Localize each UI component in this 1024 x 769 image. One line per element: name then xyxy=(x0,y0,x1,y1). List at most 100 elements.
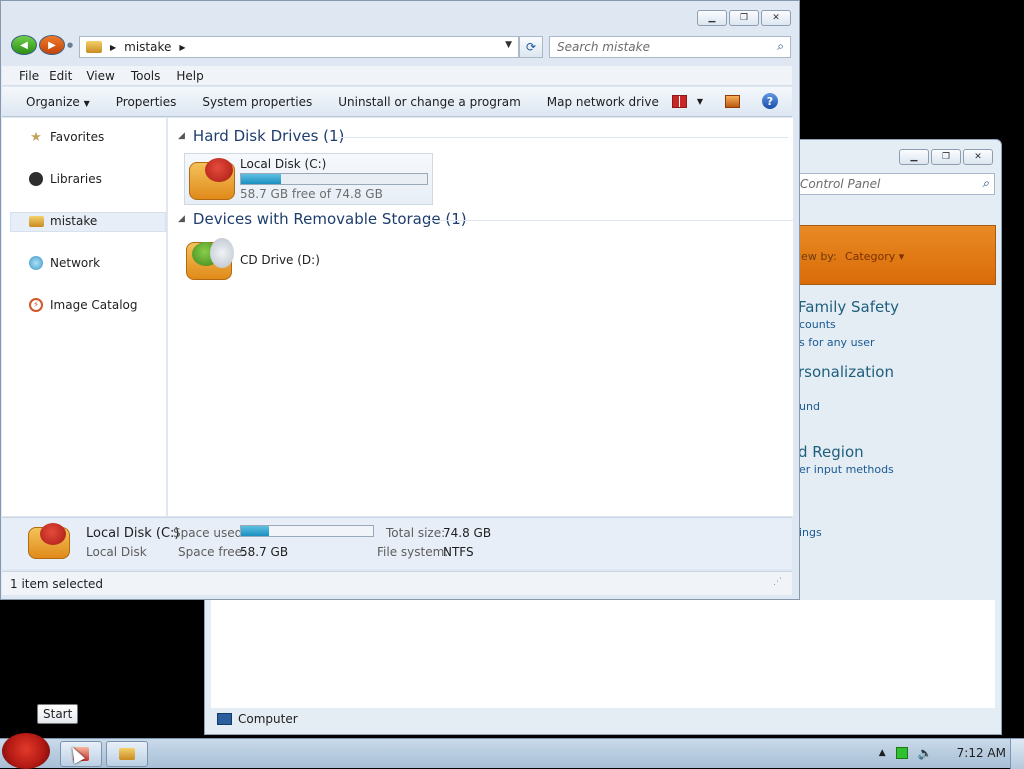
group-header-hard-disks[interactable]: ◢ Hard Disk Drives (1) xyxy=(178,127,788,145)
maximize-button[interactable]: ❐ xyxy=(931,149,961,165)
properties-button[interactable]: Properties xyxy=(103,95,190,109)
local-disk-item[interactable]: Local Disk (C:) 58.7 GB free of 74.8 GB xyxy=(184,153,433,205)
sidebar-item-label: Image Catalog xyxy=(50,298,138,312)
total-size-label: Total size: xyxy=(386,526,446,540)
menu-help[interactable]: Help xyxy=(176,69,211,83)
minimize-button[interactable]: ▁ xyxy=(899,149,929,165)
window-caption-buttons: ▁ ❐ ✕ xyxy=(697,10,791,26)
computer-icon xyxy=(28,213,44,229)
sidebar-item-label: Favorites xyxy=(50,130,105,144)
library-icon xyxy=(28,171,44,187)
sidebar-item-favorites[interactable]: ★ Favorites xyxy=(28,129,104,145)
help-icon[interactable]: ? xyxy=(762,93,778,109)
breadcrumb-separator-icon[interactable]: ▶ xyxy=(110,43,116,52)
any-user-link[interactable]: s for any user xyxy=(799,336,875,349)
group-divider xyxy=(426,220,794,221)
network-status-icon[interactable] xyxy=(895,747,908,759)
file-list: ◢ Hard Disk Drives (1) Local Disk (C:) 5… xyxy=(168,118,794,516)
personalization-heading[interactable]: rsonalization xyxy=(798,363,894,381)
menu-view[interactable]: View xyxy=(86,69,128,83)
network-icon xyxy=(28,255,44,271)
resize-grip[interactable]: ⋰ xyxy=(773,577,782,587)
uninstall-program-button[interactable]: Uninstall or change a program xyxy=(325,95,534,109)
menu-tools[interactable]: Tools xyxy=(131,69,175,83)
close-button[interactable]: ✕ xyxy=(761,10,791,26)
angry-bird-icon xyxy=(205,158,233,182)
back-button[interactable]: ◀ xyxy=(11,35,37,55)
navigation-pane: ★ Favorites Libraries mistake Network ⚡ … xyxy=(2,118,167,516)
computer-icon xyxy=(119,748,135,760)
refresh-button[interactable]: ⟳ xyxy=(519,36,543,58)
space-used-bar xyxy=(240,525,374,537)
maximize-button[interactable]: ❐ xyxy=(729,10,759,26)
space-free-label: Space free: xyxy=(178,545,247,559)
chevron-down-icon[interactable]: ▼ xyxy=(697,97,703,106)
status-text: Computer xyxy=(238,712,298,726)
collapse-triangle-icon[interactable]: ◢ xyxy=(178,214,185,224)
organize-button[interactable]: Organize ▼ xyxy=(2,95,103,109)
menu-file[interactable]: File xyxy=(2,69,47,83)
view-options: ▼ ? xyxy=(671,93,778,109)
menu-edit[interactable]: Edit xyxy=(49,69,84,83)
breadcrumb-separator-icon[interactable]: ▶ xyxy=(179,43,185,52)
explorer-window[interactable]: ▁ ❐ ✕ ◀ ▶ ● ▶ mistake ▶ ▼ ⟳ Search mista… xyxy=(0,0,800,600)
region-heading[interactable]: d Region xyxy=(798,443,864,461)
sidebar-item-image-catalog[interactable]: ⚡ Image Catalog xyxy=(28,297,137,313)
address-dropdown-icon[interactable]: ▼ xyxy=(505,40,512,50)
search-icon[interactable]: ⌕ xyxy=(982,176,989,191)
map-network-drive-button[interactable]: Map network drive xyxy=(534,95,672,109)
angry-bird-icon xyxy=(40,523,66,545)
file-system-label: File system: xyxy=(377,545,449,559)
total-size-value: 74.8 GB xyxy=(443,526,492,540)
show-hidden-icons-button[interactable]: ▲ xyxy=(879,748,886,758)
search-icon[interactable]: ⌕ xyxy=(777,39,784,54)
background-link[interactable]: und xyxy=(799,400,820,413)
local-disk-name: Local Disk (C:) xyxy=(240,157,327,171)
input-methods-link[interactable]: er input methods xyxy=(799,463,894,476)
cd-drive-item[interactable]: CD Drive (D:) xyxy=(186,238,436,280)
menu-bar: File Edit View Tools Help xyxy=(2,66,792,86)
start-tooltip: Start xyxy=(37,704,79,724)
start-button[interactable] xyxy=(2,733,50,769)
star-icon: ★ xyxy=(30,129,42,145)
control-panel-status-bar: Computer xyxy=(211,708,995,730)
clock[interactable]: 7:12 AM xyxy=(957,746,1006,760)
accounts-link[interactable]: counts xyxy=(799,318,836,331)
recent-pages-dropdown[interactable]: ● xyxy=(67,41,73,55)
close-button[interactable]: ✕ xyxy=(963,149,993,165)
space-used-label: Space used: xyxy=(173,526,247,540)
space-used-fill xyxy=(241,526,270,536)
preview-pane-icon[interactable] xyxy=(725,94,740,108)
address-bar[interactable]: ▶ mistake ▶ ▼ xyxy=(79,36,519,58)
change-view-icon[interactable] xyxy=(671,94,687,108)
window-caption-buttons: ▁ ❐ ✕ xyxy=(899,149,993,165)
status-text: 1 item selected xyxy=(10,576,104,591)
breadcrumb-mistake[interactable]: mistake xyxy=(124,40,171,54)
collapse-triangle-icon[interactable]: ◢ xyxy=(178,131,185,141)
details-pane: Local Disk (C:) Local Disk Space used: S… xyxy=(2,517,792,569)
sidebar-item-label: Network xyxy=(50,256,101,270)
view-by-dropdown[interactable]: Category ▾ xyxy=(845,250,904,263)
search-placeholder: Search mistake xyxy=(557,40,650,54)
group-header-removable[interactable]: ◢ Devices with Removable Storage (1) xyxy=(178,210,794,228)
disc-icon xyxy=(210,238,234,268)
settings-link[interactable]: ings xyxy=(799,526,822,539)
sidebar-item-mistake[interactable]: mistake xyxy=(28,213,97,229)
show-desktop-button[interactable] xyxy=(1010,739,1024,769)
disk-usage-fill xyxy=(241,174,281,184)
search-input[interactable]: Search mistake ⌕ xyxy=(549,36,791,58)
control-panel-content xyxy=(211,600,995,708)
chevron-down-icon: ▼ xyxy=(83,98,90,108)
search-placeholder: Control Panel xyxy=(800,177,881,191)
sidebar-item-libraries[interactable]: Libraries xyxy=(28,171,102,187)
taskbar-button-explorer[interactable] xyxy=(106,741,148,767)
volume-icon[interactable]: 🔈 xyxy=(918,746,933,760)
forward-button[interactable]: ▶ xyxy=(39,35,65,55)
control-panel-search-input[interactable]: Control Panel ⌕ xyxy=(795,173,995,195)
minimize-button[interactable]: ▁ xyxy=(697,10,727,26)
disk-usage-bar xyxy=(240,173,428,185)
sidebar-item-network[interactable]: Network xyxy=(28,255,100,271)
system-properties-button[interactable]: System properties xyxy=(189,95,325,109)
space-free-value: 58.7 GB xyxy=(240,545,289,559)
family-safety-heading[interactable]: Family Safety xyxy=(798,298,899,316)
